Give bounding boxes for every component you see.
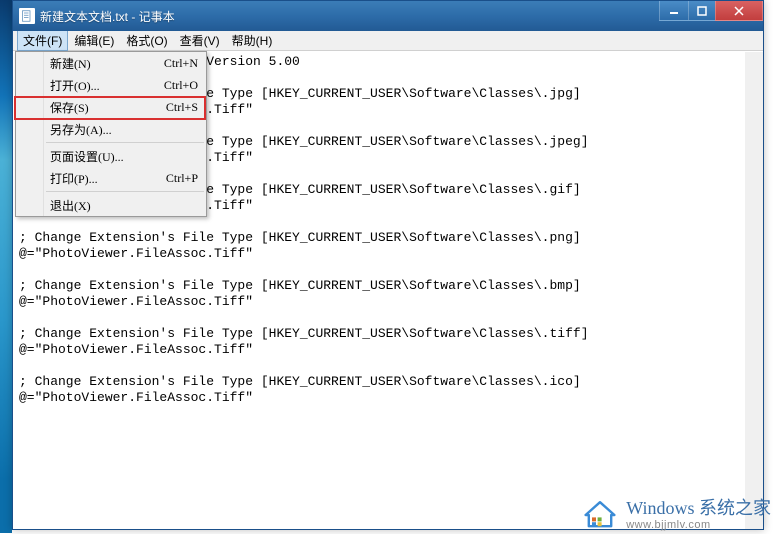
title-bar[interactable]: 新建文本文档.txt - 记事本 xyxy=(13,1,763,31)
menu-item-label: 另存为(A)... xyxy=(50,121,112,138)
menu-item-label: 打印(P)... xyxy=(50,170,98,187)
menu-item-open[interactable]: 打开(O)... Ctrl+O xyxy=(16,74,206,96)
menu-item-save-as[interactable]: 另存为(A)... xyxy=(16,118,206,140)
menu-separator xyxy=(46,142,204,143)
menu-view[interactable]: 查看(V) xyxy=(174,30,226,51)
window-title: 新建文本文档.txt - 记事本 xyxy=(40,8,175,25)
menu-format[interactable]: 格式(O) xyxy=(120,30,173,51)
menu-help[interactable]: 帮助(H) xyxy=(226,30,279,51)
menu-item-label: 打开(O)... xyxy=(50,77,100,94)
menu-item-label: 页面设置(U)... xyxy=(50,148,124,165)
menu-item-shortcut: Ctrl+N xyxy=(164,56,198,71)
watermark: Windows 系统之家 www.bjjmlv.com xyxy=(580,499,771,531)
close-button[interactable] xyxy=(715,1,763,21)
menu-file[interactable]: 文件(F) xyxy=(17,30,68,51)
vertical-scrollbar[interactable] xyxy=(745,52,763,529)
menu-item-shortcut: Ctrl+S xyxy=(166,100,198,115)
menu-separator xyxy=(46,191,204,192)
menu-item-exit[interactable]: 退出(X) xyxy=(16,194,206,216)
watermark-brand-cn: 系统之家 xyxy=(699,498,771,518)
menu-item-save[interactable]: 保存(S) Ctrl+S xyxy=(16,96,206,118)
menu-item-label: 保存(S) xyxy=(50,99,89,116)
menu-item-label: 退出(X) xyxy=(50,197,91,214)
notepad-window: 新建文本文档.txt - 记事本 文件(F) 编辑(E) 格式(O) 查看(V)… xyxy=(12,0,764,530)
notepad-app-icon xyxy=(19,8,35,24)
menu-bar: 文件(F) 编辑(E) 格式(O) 查看(V) 帮助(H) xyxy=(13,31,763,51)
maximize-button[interactable] xyxy=(688,1,716,21)
menu-item-page-setup[interactable]: 页面设置(U)... xyxy=(16,145,206,167)
menu-item-print[interactable]: 打印(P)... Ctrl+P xyxy=(16,167,206,189)
minimize-button[interactable] xyxy=(659,1,689,21)
watermark-brand-en: Windows xyxy=(626,498,694,518)
watermark-url: www.bjjmlv.com xyxy=(626,519,771,531)
watermark-text: Windows 系统之家 www.bjjmlv.com xyxy=(626,499,771,531)
house-icon xyxy=(580,499,620,531)
menu-edit[interactable]: 编辑(E) xyxy=(68,30,120,51)
menu-item-new[interactable]: 新建(N) Ctrl+N xyxy=(16,52,206,74)
menu-item-shortcut: Ctrl+O xyxy=(164,78,198,93)
file-dropdown-menu: 新建(N) Ctrl+N 打开(O)... Ctrl+O 保存(S) Ctrl+… xyxy=(15,51,207,217)
desktop-wallpaper-sliver xyxy=(0,0,12,533)
menu-item-label: 新建(N) xyxy=(50,55,91,72)
menu-item-shortcut: Ctrl+P xyxy=(166,171,198,186)
window-controls xyxy=(660,1,763,21)
